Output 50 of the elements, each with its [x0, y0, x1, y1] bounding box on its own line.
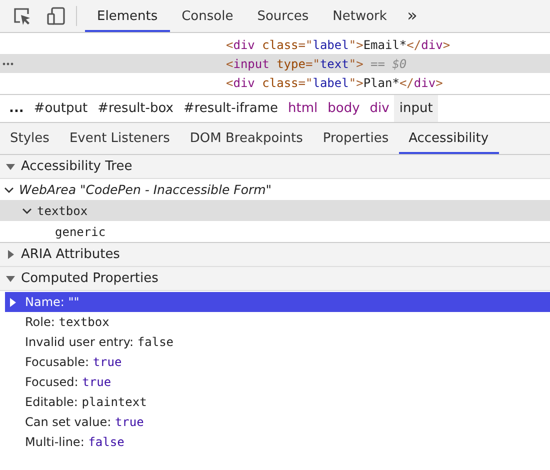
inspect-cursor-icon[interactable]	[12, 6, 32, 26]
code-line[interactable]: <div class="label">Plan*</div>	[226, 76, 443, 90]
property-text: Invalid user entry: false	[25, 335, 174, 349]
tree-node-label[interactable]: generic	[55, 224, 106, 238]
breadcrumb-item[interactable]: ...	[4, 95, 29, 122]
breadcrumb-item[interactable]: #result-box	[92, 95, 178, 122]
property-text: Can set value: true	[25, 415, 144, 429]
panel-tab[interactable]: Elements	[85, 0, 170, 32]
breadcrumb-item[interactable]: body	[322, 95, 365, 122]
property-row[interactable]: Focused: true	[5, 372, 550, 392]
ellipsis-icon[interactable]	[2, 62, 14, 66]
tree-node-label[interactable]: WebArea "CodePen - Inaccessible Form"	[19, 182, 272, 197]
property-row[interactable]: Role: textbox	[5, 312, 550, 332]
panel-tab[interactable]: Sources	[245, 0, 321, 32]
chevron-down-icon[interactable]	[22, 206, 32, 216]
property-text: Focusable: true	[25, 355, 122, 369]
sidebar-tab[interactable]: Properties	[312, 123, 399, 154]
property-row[interactable]: Name: ""	[5, 292, 550, 312]
breadcrumb-item[interactable]: input	[394, 95, 438, 122]
property-row[interactable]: Focusable: true	[5, 352, 550, 372]
sidebar-tab[interactable]: Styles	[0, 123, 60, 154]
property-row[interactable]: Invalid user entry: false	[5, 332, 550, 352]
chevron-down-icon[interactable]	[4, 184, 14, 194]
section-header[interactable]: ARIA Attributes	[0, 243, 550, 267]
expanded-triangle-icon[interactable]	[6, 274, 15, 283]
breadcrumb-item[interactable]: html	[283, 95, 323, 122]
panel-tab[interactable]: Network	[320, 0, 399, 32]
property-row[interactable]: Can set value: true	[5, 412, 550, 432]
panel-tab[interactable]: Console	[170, 0, 246, 32]
property-text: Editable: plaintext	[25, 395, 147, 409]
tree-node-label[interactable]: textbox	[37, 204, 88, 218]
sidebar-tab[interactable]: Event Listeners	[59, 123, 180, 154]
section-header[interactable]: Computed Properties	[0, 267, 550, 291]
property-text: Multi-line: false	[25, 435, 124, 449]
breadcrumb-item[interactable]: #output	[28, 95, 93, 122]
collapsed-triangle-icon[interactable]	[8, 298, 17, 306]
property-text: Focused: true	[25, 375, 112, 389]
code-line[interactable]: <div class="label">Email*</div>	[226, 38, 450, 52]
breadcrumb-item[interactable]: div	[364, 95, 394, 122]
breadcrumb-item[interactable]: #result-iframe	[178, 95, 284, 122]
device-toggle-icon[interactable]	[46, 6, 66, 26]
property-text: Role: textbox	[25, 315, 110, 329]
property-row[interactable]: Multi-line: false	[5, 432, 550, 452]
section-header[interactable]: Accessibility Tree	[0, 155, 550, 179]
expanded-triangle-icon[interactable]	[6, 162, 15, 171]
more-tabs-button[interactable]: »	[398, 6, 426, 26]
property-text: Name: ""	[25, 295, 80, 309]
property-row[interactable]: Editable: plaintext	[5, 392, 550, 412]
collapsed-triangle-icon[interactable]	[6, 250, 15, 259]
sidebar-tab[interactable]: DOM Breakpoints	[180, 123, 313, 154]
